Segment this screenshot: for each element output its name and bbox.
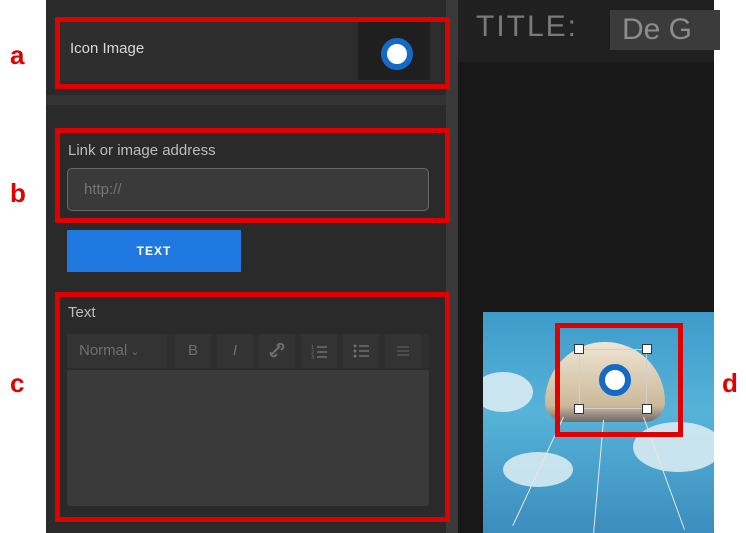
highlight-b bbox=[55, 128, 450, 223]
callout-a: a bbox=[10, 40, 25, 70]
callout-b: b bbox=[10, 178, 26, 208]
title-bar: TITLE: De G bbox=[458, 0, 720, 62]
highlight-a bbox=[55, 17, 450, 89]
callout-d: d bbox=[722, 368, 738, 398]
title-label: TITLE: bbox=[476, 10, 579, 43]
section-separator bbox=[46, 95, 446, 105]
title-input[interactable]: De G bbox=[610, 10, 720, 50]
callout-c: c bbox=[10, 368, 25, 398]
highlight-d bbox=[555, 323, 683, 437]
cloud-shape bbox=[483, 372, 533, 412]
text-button[interactable]: TEXT bbox=[67, 230, 241, 272]
highlight-c bbox=[55, 292, 450, 522]
